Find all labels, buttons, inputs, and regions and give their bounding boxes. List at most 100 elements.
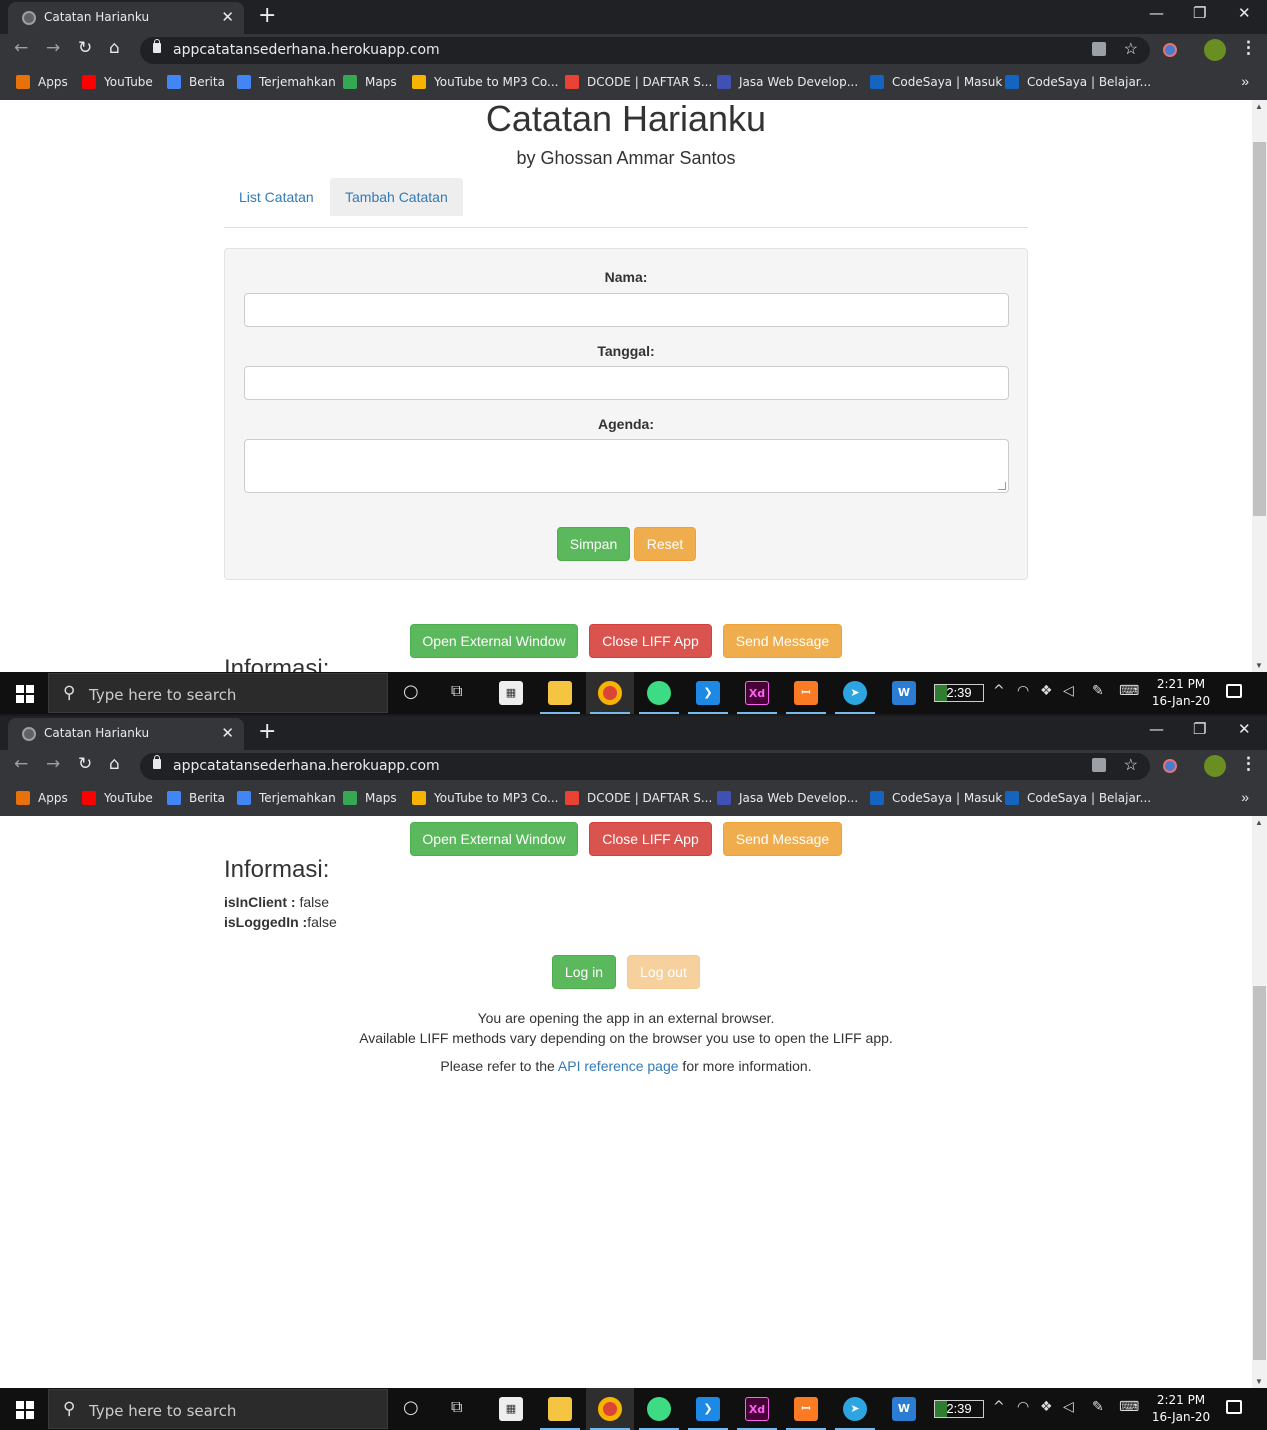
- browser-tab[interactable]: Catatan Harianku ✕: [8, 718, 244, 750]
- close-tab-icon[interactable]: ✕: [221, 724, 234, 742]
- bookmark-jasaweb[interactable]: Jasa Web Develop...: [717, 75, 858, 89]
- windows-start-icon[interactable]: [16, 685, 34, 703]
- bookmark-apps[interactable]: Apps: [16, 791, 68, 805]
- bookmark-codesaya-belajar[interactable]: CodeSaya | Belajar...: [1005, 75, 1151, 89]
- notification-icon[interactable]: [1226, 684, 1242, 698]
- chevron-up-icon[interactable]: ^: [993, 1399, 1005, 1415]
- adobe-xd-icon[interactable]: Xd: [745, 681, 769, 705]
- windows-start-icon[interactable]: [16, 1401, 34, 1419]
- scrollbar[interactable]: ▲ ▼: [1252, 816, 1267, 1388]
- word-icon[interactable]: W: [892, 1397, 916, 1421]
- close-tab-icon[interactable]: ✕: [221, 8, 234, 26]
- telegram-icon[interactable]: ➤: [843, 1397, 867, 1421]
- scroll-down-icon[interactable]: ▼: [1255, 1377, 1263, 1386]
- menu-icon[interactable]: ⋮: [1240, 38, 1257, 58]
- scroll-down-icon[interactable]: ▼: [1255, 661, 1263, 670]
- open-external-window-button[interactable]: Open External Window: [410, 624, 578, 658]
- bookmark-ytmp3[interactable]: YouTube to MP3 Co...: [412, 75, 558, 89]
- api-reference-link[interactable]: API reference page: [558, 1058, 679, 1074]
- wifi-icon[interactable]: ◠: [1017, 1399, 1029, 1415]
- address-bar[interactable]: appcatatansederhana.herokuapp.com ☆: [140, 37, 1150, 64]
- bookmark-apps[interactable]: Apps: [16, 75, 68, 89]
- back-icon[interactable]: ←: [14, 38, 28, 58]
- android-studio-icon[interactable]: [647, 681, 671, 705]
- scrollbar-thumb[interactable]: [1253, 142, 1266, 516]
- translate-icon[interactable]: [1092, 42, 1106, 56]
- scrollbar-thumb[interactable]: [1253, 986, 1266, 1360]
- bookmark-berita[interactable]: Berita: [167, 75, 225, 89]
- bookmark-maps[interactable]: Maps: [343, 75, 397, 89]
- minimize-icon[interactable]: —: [1149, 720, 1164, 738]
- file-explorer-icon[interactable]: [548, 1397, 572, 1421]
- dropbox-icon[interactable]: ❖: [1040, 1399, 1053, 1415]
- reload-icon[interactable]: ↻: [78, 754, 92, 774]
- battery-indicator[interactable]: 2:39: [934, 684, 984, 702]
- minimize-icon[interactable]: —: [1149, 4, 1164, 22]
- task-view-icon[interactable]: ⧉: [451, 681, 462, 701]
- chrome-icon[interactable]: [598, 1397, 622, 1421]
- close-window-icon[interactable]: ✕: [1238, 720, 1251, 738]
- logout-button[interactable]: Log out: [627, 955, 700, 989]
- android-studio-icon[interactable]: [647, 1397, 671, 1421]
- telegram-icon[interactable]: ➤: [843, 681, 867, 705]
- close-liff-app-button[interactable]: Close LIFF App: [589, 624, 712, 658]
- vscode-icon[interactable]: ❯: [696, 681, 720, 705]
- bookmark-terjemahkan[interactable]: Terjemahkan: [237, 791, 336, 805]
- file-explorer-icon[interactable]: [548, 681, 572, 705]
- login-button[interactable]: Log in: [552, 955, 616, 989]
- open-external-window-button[interactable]: Open External Window: [410, 822, 578, 856]
- chevron-up-icon[interactable]: ^: [993, 683, 1005, 699]
- wifi-icon[interactable]: ◠: [1017, 683, 1029, 699]
- tab-tambah-catatan[interactable]: Tambah Catatan: [330, 178, 463, 216]
- bookmark-codesaya-belajar[interactable]: CodeSaya | Belajar...: [1005, 791, 1151, 805]
- home-icon[interactable]: ⌂: [109, 38, 120, 58]
- bookmark-terjemahkan[interactable]: Terjemahkan: [237, 75, 336, 89]
- scroll-up-icon[interactable]: ▲: [1255, 102, 1263, 111]
- bookmark-youtube[interactable]: YouTube: [82, 75, 153, 89]
- nama-input[interactable]: [244, 293, 1009, 327]
- bookmark-maps[interactable]: Maps: [343, 791, 397, 805]
- bookmarks-more-icon[interactable]: »: [1241, 73, 1249, 89]
- browser-tab[interactable]: Catatan Harianku ✕: [8, 2, 244, 34]
- keyboard-icon[interactable]: ⌨: [1119, 683, 1139, 699]
- reload-icon[interactable]: ↻: [78, 38, 92, 58]
- close-liff-app-button[interactable]: Close LIFF App: [589, 822, 712, 856]
- translate-icon[interactable]: [1092, 758, 1106, 772]
- bookmark-ytmp3[interactable]: YouTube to MP3 Co...: [412, 791, 558, 805]
- reset-button[interactable]: Reset: [634, 527, 696, 561]
- new-tab-button[interactable]: +: [258, 719, 276, 744]
- new-tab-button[interactable]: +: [258, 3, 276, 28]
- save-button[interactable]: Simpan: [557, 527, 630, 561]
- star-icon[interactable]: ☆: [1124, 755, 1138, 775]
- cortana-icon[interactable]: ○: [403, 1397, 419, 1418]
- forward-icon[interactable]: →: [46, 754, 60, 774]
- keyboard-icon[interactable]: ⌨: [1119, 1399, 1139, 1415]
- system-clock[interactable]: 2:21 PM 16-Jan-20: [1150, 676, 1212, 710]
- tanggal-input[interactable]: [244, 366, 1009, 400]
- task-view-icon[interactable]: ⧉: [451, 1397, 462, 1417]
- send-message-button[interactable]: Send Message: [723, 822, 842, 856]
- home-icon[interactable]: ⌂: [109, 754, 120, 774]
- volume-icon[interactable]: ◁: [1063, 683, 1074, 699]
- pen-icon[interactable]: ✎: [1092, 683, 1104, 699]
- bookmark-dcode[interactable]: DCODE | DAFTAR S...: [565, 75, 712, 89]
- taskbar-search[interactable]: ⚲ Type here to search: [48, 673, 388, 713]
- volume-icon[interactable]: ◁: [1063, 1399, 1074, 1415]
- bookmark-youtube[interactable]: YouTube: [82, 791, 153, 805]
- avatar[interactable]: [1204, 755, 1226, 777]
- xampp-icon[interactable]: ꟷ: [794, 1397, 818, 1421]
- bookmarks-more-icon[interactable]: »: [1241, 789, 1249, 805]
- close-window-icon[interactable]: ✕: [1238, 4, 1251, 22]
- scrollbar[interactable]: ▲ ▼: [1252, 100, 1267, 672]
- avatar[interactable]: [1204, 39, 1226, 61]
- system-clock[interactable]: 2:21 PM 16-Jan-20: [1150, 1392, 1212, 1426]
- menu-icon[interactable]: ⋮: [1240, 754, 1257, 774]
- back-icon[interactable]: ←: [14, 754, 28, 774]
- store-icon[interactable]: ▦: [499, 1397, 523, 1421]
- send-message-button[interactable]: Send Message: [723, 624, 842, 658]
- forward-icon[interactable]: →: [46, 38, 60, 58]
- cortana-icon[interactable]: ○: [403, 681, 419, 702]
- word-icon[interactable]: W: [892, 681, 916, 705]
- pen-icon[interactable]: ✎: [1092, 1399, 1104, 1415]
- bookmark-dcode[interactable]: DCODE | DAFTAR S...: [565, 791, 712, 805]
